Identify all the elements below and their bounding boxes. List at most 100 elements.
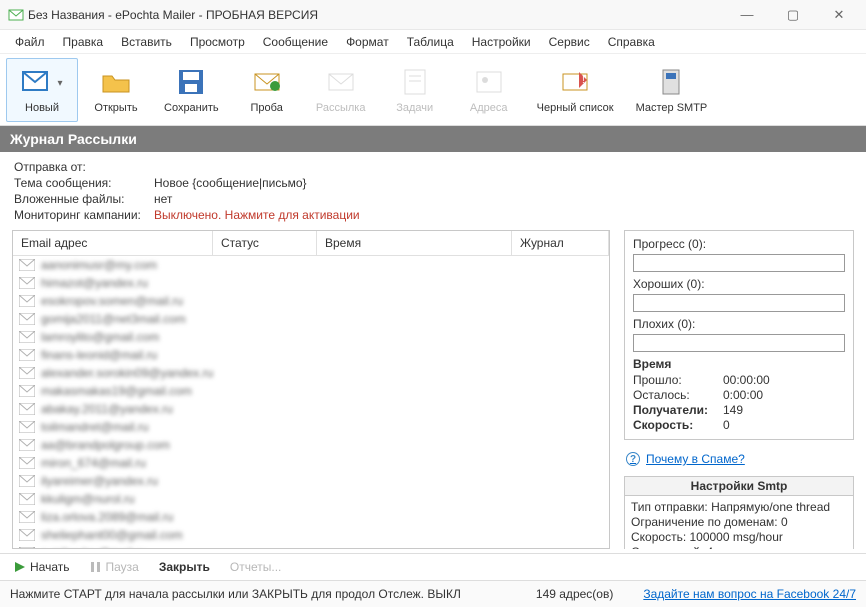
email-row[interactable]: finans-leonid@mail.ru <box>13 346 609 364</box>
statusbar: Нажмите СТАРТ для начала рассылки или ЗА… <box>0 580 866 607</box>
email-address: aa@brandpolgroup.com <box>41 438 170 452</box>
menu-просмотр[interactable]: Просмотр <box>181 32 254 52</box>
envelope-icon <box>19 367 35 379</box>
app-icon <box>8 7 24 23</box>
minimize-button[interactable]: — <box>724 0 770 30</box>
col-log[interactable]: Журнал <box>512 231 609 255</box>
toolbar-label: Сохранить <box>164 102 219 114</box>
email-row[interactable]: a.mihaylov@mail.ru <box>13 544 609 548</box>
email-address: ilyareimer@yandex.ru <box>41 474 158 488</box>
email-row[interactable]: ilyareimer@yandex.ru <box>13 472 609 490</box>
save-icon <box>175 66 207 98</box>
toolbar-smtpwiz-button[interactable]: Мастер SMTP <box>626 58 718 122</box>
menu-формат[interactable]: Формат <box>337 32 398 52</box>
close-button[interactable]: ✕ <box>816 0 862 30</box>
toolbar-tasks-button: Задачи <box>379 58 451 122</box>
menu-таблица[interactable]: Таблица <box>398 32 463 52</box>
email-address: alexander.sorokin09@yandex.ru <box>41 366 213 380</box>
dropdown-icon[interactable]: ▾ <box>51 78 65 89</box>
speed-value: 0 <box>723 418 730 432</box>
new-icon <box>19 66 51 98</box>
toolbar-label: Новый <box>25 102 59 114</box>
meta-monitor-link[interactable]: Выключено. Нажмите для активации <box>154 208 360 222</box>
envelope-icon <box>19 511 35 523</box>
control-bar: Начать Пауза Закрыть Отчеты... <box>0 553 866 580</box>
envelope-icon <box>19 259 35 271</box>
toolbar-new-button[interactable]: ▾ Новый <box>6 58 78 122</box>
why-spam-link[interactable]: ? Почему в Спаме? <box>624 450 854 466</box>
smtp-row: Ограничение по доменам: 0 <box>631 515 847 529</box>
email-row[interactable]: gomija2011@net3mail.com <box>13 310 609 328</box>
probe-icon <box>251 66 283 98</box>
menu-настройки[interactable]: Настройки <box>463 32 540 52</box>
maximize-button[interactable]: ▢ <box>770 0 816 30</box>
tasks-icon <box>399 66 431 98</box>
smtp-heading: Настройки Smtp <box>624 476 854 495</box>
remain-label: Осталось: <box>633 388 723 402</box>
email-panel: Email адрес Статус Время Журнал aanonimu… <box>12 230 610 549</box>
toolbar-blacklist-button[interactable]: !Черный список <box>527 58 624 122</box>
email-row[interactable]: esokropov.somen@mail.ru <box>13 292 609 310</box>
email-row[interactable]: alexander.sorokin09@yandex.ru <box>13 364 609 382</box>
envelope-icon <box>19 457 35 469</box>
envelope-icon <box>19 547 35 548</box>
envelope-icon <box>19 421 35 433</box>
toolbar-label: Проба <box>251 102 283 114</box>
email-row[interactable]: miron_674@mail.ru <box>13 454 609 472</box>
menu-файл[interactable]: Файл <box>6 32 54 52</box>
toolbar-label: Открыть <box>94 102 137 114</box>
email-address: esokropov.somen@mail.ru <box>41 294 183 308</box>
menu-правка[interactable]: Правка <box>54 32 113 52</box>
menu-сервис[interactable]: Сервис <box>540 32 599 52</box>
email-address: himazot@yandex.ru <box>41 276 148 290</box>
elapsed-label: Прошло: <box>633 373 723 387</box>
workarea: Email адрес Статус Время Журнал aanonimu… <box>0 230 866 553</box>
toolbar-send-button: Рассылка <box>305 58 377 122</box>
col-time[interactable]: Время <box>317 231 512 255</box>
menubar: ФайлПравкаВставитьПросмотрСообщениеФорма… <box>0 30 866 54</box>
status-text: Нажмите СТАРТ для начала рассылки или ЗА… <box>10 587 506 601</box>
email-row[interactable]: liza.orlova.2089@mail.ru <box>13 508 609 526</box>
recip-value: 149 <box>723 403 743 417</box>
envelope-icon <box>19 403 35 415</box>
email-row[interactable]: makasmakas19@gmail.com <box>13 382 609 400</box>
email-row[interactable]: aanonimusr@my.com <box>13 256 609 274</box>
status-count: 149 адрес(ов) <box>536 587 613 601</box>
toolbar-save-button[interactable]: Сохранить <box>154 58 229 122</box>
email-row[interactable]: toilmandret@mail.ru <box>13 418 609 436</box>
envelope-icon <box>19 475 35 487</box>
pause-button: Пауза <box>90 560 139 574</box>
side-panel: Прогресс (0): Хороших (0): Плохих (0): В… <box>624 230 854 549</box>
help-icon: ? <box>626 452 640 466</box>
window-title: Без Названия - ePochta Mailer - ПРОБНАЯ … <box>28 8 724 22</box>
toolbar: ▾ Новый Открыть Сохранить Проба РассылкаЗадач… <box>0 54 866 126</box>
email-row[interactable]: himazot@yandex.ru <box>13 274 609 292</box>
stop-button[interactable]: Закрыть <box>159 560 210 574</box>
email-list[interactable]: aanonimusr@my.com himazot@yandex.ru esokro… <box>13 256 609 548</box>
progress-label: Прогресс (0): <box>633 237 845 251</box>
toolbar-addresses-button: Адреса <box>453 58 525 122</box>
email-address: lamroylito@gmail.com <box>41 330 159 344</box>
toolbar-probe-button[interactable]: Проба <box>231 58 303 122</box>
email-row[interactable]: abakay.2011@yandex.ru <box>13 400 609 418</box>
envelope-icon <box>19 439 35 451</box>
col-email[interactable]: Email адрес <box>13 231 213 255</box>
email-row[interactable]: aa@brandpolgroup.com <box>13 436 609 454</box>
col-status[interactable]: Статус <box>213 231 317 255</box>
menu-сообщение[interactable]: Сообщение <box>254 32 337 52</box>
titlebar: Без Названия - ePochta Mailer - ПРОБНАЯ … <box>0 0 866 30</box>
toolbar-open-button[interactable]: Открыть <box>80 58 152 122</box>
meta-from-label: Отправка от: <box>14 160 154 174</box>
menu-справка[interactable]: Справка <box>599 32 664 52</box>
svg-text:!: ! <box>582 75 585 86</box>
envelope-icon <box>19 529 35 541</box>
toolbar-label: Адреса <box>470 102 508 114</box>
menu-вставить[interactable]: Вставить <box>112 32 181 52</box>
facebook-link[interactable]: Задайте нам вопрос на Facebook 24/7 <box>643 587 856 601</box>
email-row[interactable]: sheliephant00@gmail.com <box>13 526 609 544</box>
addresses-icon <box>473 66 505 98</box>
email-row[interactable]: lamroylito@gmail.com <box>13 328 609 346</box>
email-row[interactable]: kkuligm@nurol.ru <box>13 490 609 508</box>
start-button[interactable]: Начать <box>14 560 70 574</box>
smtp-row: Скорость: 100000 msg/hour <box>631 530 847 544</box>
